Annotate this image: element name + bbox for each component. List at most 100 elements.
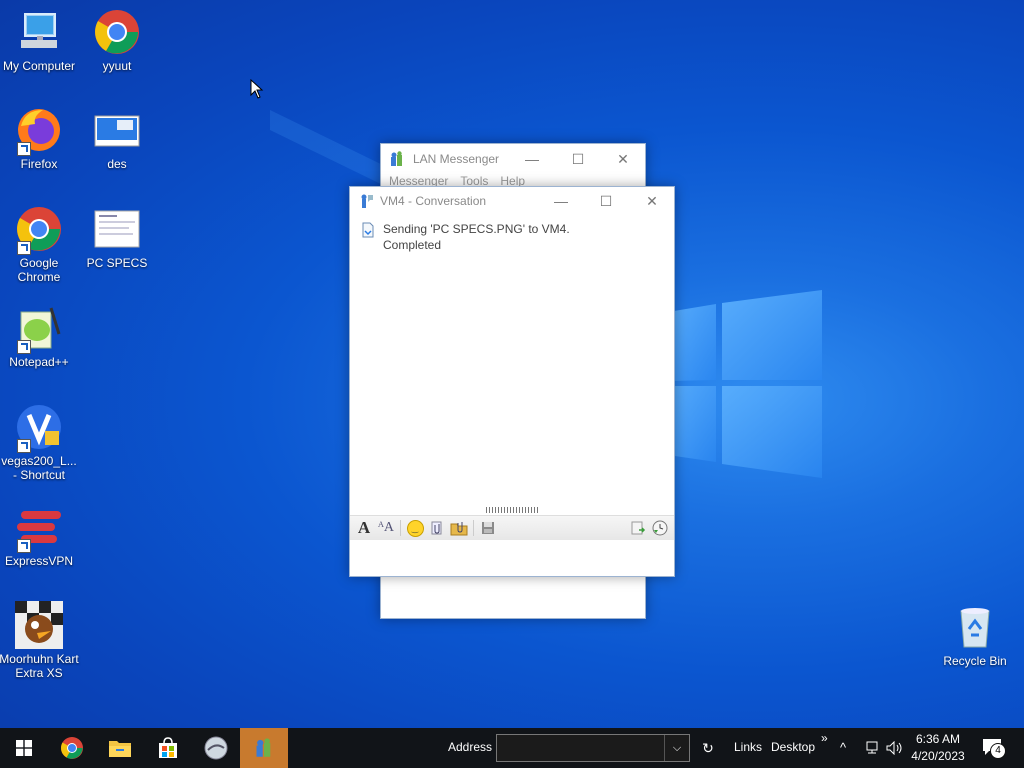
- shortcut-arrow-icon: [17, 241, 31, 255]
- address-toolbar-label: Address: [448, 740, 493, 754]
- chrome-icon: [93, 8, 141, 56]
- conversation-window[interactable]: VM4 - Conversation — ☐ ✕ Sending 'PC SPE…: [349, 186, 675, 577]
- vegas-icon: [15, 403, 63, 453]
- toolbar-separator: [473, 520, 474, 536]
- history-button[interactable]: [627, 518, 649, 538]
- volume-icon[interactable]: [886, 741, 904, 755]
- desktop-icon-vegas[interactable]: vegas200_L... - Shortcut: [0, 403, 79, 482]
- image-file-icon: [93, 106, 141, 154]
- transfer-status-line: Sending 'PC SPECS.PNG' to VM4.: [383, 222, 570, 236]
- history-icon: [631, 521, 646, 535]
- message-input[interactable]: [350, 540, 674, 576]
- font-color-button[interactable]: ᴬA: [375, 518, 397, 538]
- desktop-icon-expressvpn[interactable]: ExpressVPN: [0, 503, 79, 568]
- firefox-icon: [15, 106, 63, 156]
- shortcut-arrow-icon: [17, 142, 31, 156]
- window-title: LAN Messenger: [413, 152, 500, 166]
- transfer-completed-line: Completed: [383, 238, 442, 252]
- start-button[interactable]: [0, 728, 48, 768]
- desktop-icon-google-chrome[interactable]: Google Chrome: [0, 205, 79, 284]
- clock[interactable]: 6:36 AM 4/20/2023: [906, 731, 970, 765]
- shortcut-arrow-icon: [17, 340, 31, 354]
- store-icon: [159, 737, 177, 758]
- taskbar-store[interactable]: [144, 728, 192, 768]
- desktop-icon-pc-specs[interactable]: PC SPECS: [77, 205, 157, 270]
- smiley-icon: ‿: [406, 519, 424, 537]
- desktop-icon-label: vegas200_L... - Shortcut: [1, 454, 77, 482]
- desktop-icon-label: Firefox: [20, 157, 58, 171]
- file-transfer-message: Sending 'PC SPECS.PNG' to VM4. Completed: [383, 221, 570, 253]
- taskbar-chrome[interactable]: [48, 728, 96, 768]
- emoticon-button[interactable]: ‿: [404, 518, 426, 538]
- taskbar-file-explorer[interactable]: [96, 728, 144, 768]
- close-button[interactable]: ✕: [629, 187, 675, 215]
- chevron-down-icon: ⌵: [672, 741, 682, 754]
- desktop-icon-firefox[interactable]: Firefox: [0, 106, 79, 171]
- desktop-icon-label: Moorhuhn Kart Extra XS: [0, 652, 79, 680]
- desktop-icon-label: yyuut: [102, 59, 132, 73]
- taskbar-app[interactable]: [192, 728, 240, 768]
- notepad-plus-plus-icon: [15, 304, 63, 354]
- taskbar-lan-messenger[interactable]: [240, 728, 288, 768]
- minimize-button[interactable]: —: [538, 187, 584, 215]
- shortcut-arrow-icon: [17, 439, 31, 453]
- font-icon: A: [357, 518, 371, 537]
- computer-icon: [15, 8, 63, 56]
- clock-date: 4/20/2023: [911, 749, 965, 763]
- minimize-button[interactable]: —: [509, 144, 555, 174]
- clock-time: 6:36 AM: [915, 732, 961, 746]
- image-file-icon: [93, 205, 141, 253]
- message-history[interactable]: Sending 'PC SPECS.PNG' to VM4. Completed: [350, 218, 674, 508]
- desktop-icon-label: ExpressVPN: [4, 554, 74, 568]
- folder-icon: [109, 741, 131, 757]
- save-icon: [482, 522, 494, 534]
- window-title: VM4 - Conversation: [380, 194, 487, 208]
- conversation-titlebar[interactable]: VM4 - Conversation — ☐ ✕: [350, 187, 674, 215]
- desktop-icon-my-computer[interactable]: My Computer: [0, 8, 79, 73]
- folder-attach-icon: [450, 522, 468, 536]
- clock-icon: [652, 520, 668, 536]
- desktop-icon-notepad-plus-plus[interactable]: Notepad++: [0, 304, 79, 369]
- splitter-grip[interactable]: [486, 507, 540, 513]
- network-icon[interactable]: [864, 741, 880, 755]
- address-go-button[interactable]: ↻: [696, 735, 720, 761]
- notification-count-badge: 4: [990, 743, 1006, 759]
- message-toolbar: A ᴬA ‿: [350, 515, 674, 541]
- toolbar-overflow-button[interactable]: »: [821, 731, 828, 745]
- send-folder-button[interactable]: [448, 518, 470, 538]
- maximize-button[interactable]: ☐: [583, 187, 629, 215]
- font-button[interactable]: A: [353, 518, 375, 538]
- chrome-icon: [61, 737, 83, 759]
- maximize-button[interactable]: ☐: [555, 144, 601, 174]
- moorhuhn-icon: [15, 601, 63, 649]
- status-button[interactable]: [649, 518, 671, 538]
- desktop-icon-label: des: [107, 157, 127, 171]
- app-globe-icon: [204, 736, 228, 760]
- desktop-icon-des[interactable]: des: [77, 106, 157, 171]
- font-color-icon: ᴬA: [377, 520, 395, 535]
- address-dropdown-button[interactable]: ⌵: [664, 735, 689, 761]
- links-toolbar[interactable]: Links: [734, 740, 762, 754]
- show-hidden-icons-button[interactable]: ^: [840, 740, 846, 755]
- mouse-cursor-icon: [250, 79, 264, 99]
- desktop-icon-label: My Computer: [2, 59, 76, 73]
- save-button[interactable]: [477, 518, 499, 538]
- address-input[interactable]: [496, 734, 690, 762]
- lan-messenger-titlebar[interactable]: LAN Messenger — ☐ ✕: [381, 144, 645, 174]
- desktop-icon-recycle-bin[interactable]: Recycle Bin: [935, 603, 1015, 668]
- desktop-icon-label: Recycle Bin: [943, 654, 1007, 668]
- lan-messenger-app-icon: [256, 738, 271, 757]
- desktop-icon-moorhuhn[interactable]: Moorhuhn Kart Extra XS: [0, 601, 79, 680]
- refresh-icon: ↻: [702, 739, 714, 756]
- desktop-toolbar[interactable]: Desktop: [771, 740, 815, 754]
- close-button[interactable]: ✕: [600, 144, 646, 174]
- desktop-icon-yyuut[interactable]: yyuut: [77, 8, 157, 73]
- action-center-button[interactable]: 4: [982, 738, 1006, 759]
- expressvpn-icon: [15, 503, 63, 553]
- recycle-bin-icon: [951, 603, 999, 651]
- toolbar-separator: [400, 520, 401, 536]
- taskbar: Address ⌵ ↻ Links Desktop » ^ 6:36 AM 4/…: [0, 728, 1024, 768]
- send-file-button[interactable]: [426, 518, 448, 538]
- desktop-icon-label: PC SPECS: [86, 256, 148, 270]
- chrome-icon: [15, 205, 63, 255]
